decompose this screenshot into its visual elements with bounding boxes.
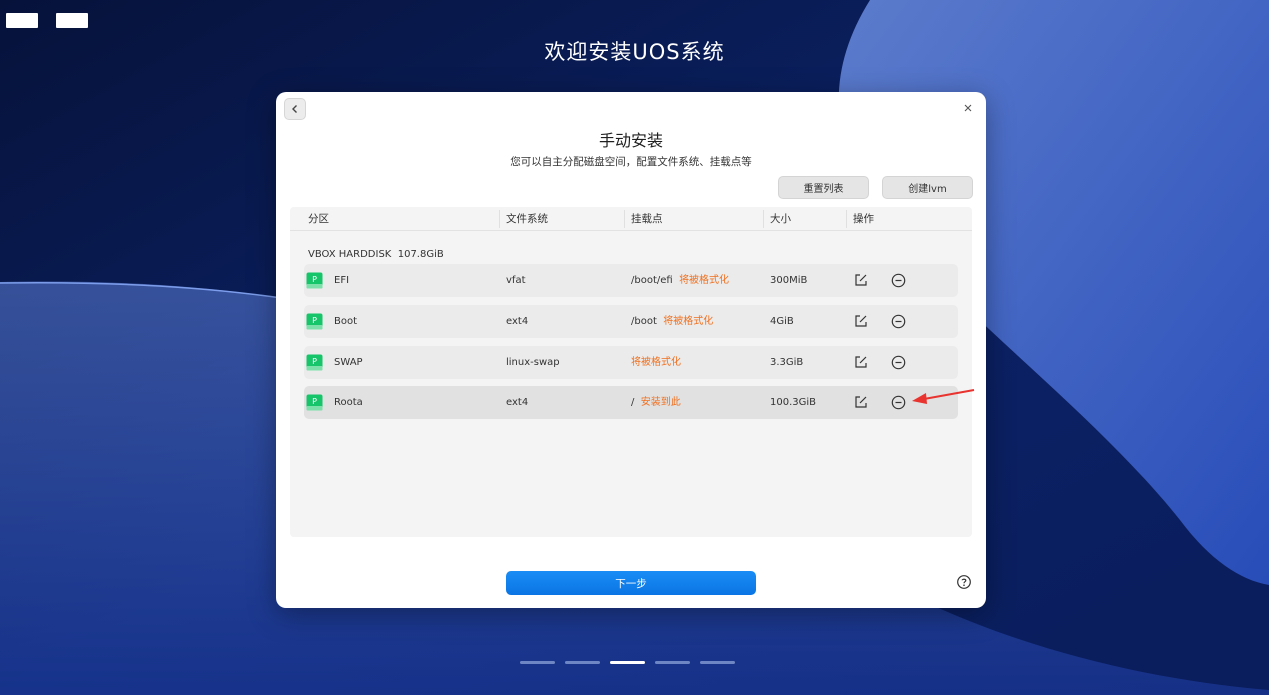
- table-row[interactable]: P Roota ext4 / 安装到此 100.3GiB: [304, 386, 958, 419]
- partition-icon: P: [306, 272, 323, 289]
- manual-install-dialog: 手动安装 您可以自主分配磁盘空间，配置文件系统、挂载点等 重置列表 创建lvm …: [276, 92, 986, 608]
- reset-list-button[interactable]: 重置列表: [778, 176, 869, 199]
- partition-icon-letter: P: [312, 275, 317, 284]
- row-name: SWAP: [334, 357, 363, 368]
- progress-step: [700, 661, 735, 664]
- header-size: 大小: [770, 213, 791, 225]
- row-status: 将被格式化: [679, 275, 730, 286]
- edit-icon[interactable]: [854, 314, 868, 328]
- logo-block-right: [56, 13, 88, 28]
- table-row[interactable]: P EFI vfat/boot/efi 将被格式化 300MiB: [304, 264, 958, 297]
- header-partition: 分区: [308, 213, 329, 225]
- row-mountpoint: /: [631, 397, 635, 408]
- partition-icon: P: [306, 313, 323, 330]
- close-icon: [964, 104, 972, 112]
- progress-step: [610, 661, 645, 664]
- table-row[interactable]: P Boot ext4/boot 将被格式化 4GiB: [304, 305, 958, 338]
- partition-icon: P: [306, 394, 323, 411]
- header-actions: 操作: [853, 213, 874, 225]
- logo-block-left: [6, 13, 38, 28]
- row-name: EFI: [334, 275, 350, 286]
- row-mount: /boot/efi 将被格式化: [631, 264, 729, 297]
- row-filesystem: vfat: [506, 275, 526, 286]
- dialog-title: 手动安装: [598, 131, 663, 150]
- progress-step: [565, 661, 600, 664]
- table-header: 分区 文件系统 挂载点 大小 操作: [290, 207, 972, 231]
- partition-icon-letter: P: [312, 397, 317, 406]
- edit-icon[interactable]: [854, 273, 868, 287]
- row-mountpoint: /boot/efi: [631, 275, 673, 286]
- partition-icon: P: [306, 354, 323, 371]
- row-mount: / 安装到此: [631, 386, 681, 419]
- partition-table: 分区 文件系统 挂载点 大小 操作 VBOX HARDDISK 107.8GiB…: [290, 207, 972, 537]
- row-status: 将被格式化: [631, 357, 681, 368]
- table-row[interactable]: P SWAP linux-swap 将被格式化 3.3GiB: [304, 346, 958, 379]
- row-status: 将被格式化: [663, 316, 714, 327]
- chevron-left-icon: [292, 105, 297, 113]
- header-filesystem: 文件系统: [506, 213, 548, 225]
- header-divider: [846, 210, 847, 228]
- row-filesystem: ext4: [506, 397, 529, 408]
- row-filesystem: linux-swap: [506, 357, 560, 368]
- create-lvm-button[interactable]: 创建lvm: [882, 176, 973, 199]
- row-name: Roota: [334, 397, 363, 408]
- edit-icon[interactable]: [854, 355, 868, 369]
- delete-partition-icon[interactable]: [891, 314, 906, 329]
- row-size: 300MiB: [770, 275, 808, 286]
- delete-partition-icon[interactable]: [891, 273, 906, 288]
- row-size: 3.3GiB: [770, 357, 804, 368]
- row-name: Boot: [334, 316, 358, 327]
- disk-label: VBOX HARDDISK 107.8GiB: [308, 249, 444, 260]
- row-mountpoint: /boot: [631, 316, 657, 327]
- dialog-subtitle: 您可以自主分配磁盘空间，配置文件系统、挂载点等: [510, 156, 752, 168]
- row-size: 4GiB: [770, 316, 794, 327]
- close-button[interactable]: [960, 100, 976, 116]
- help-icon[interactable]: [956, 574, 972, 590]
- disk-size: 107.8GiB: [397, 249, 444, 260]
- header-divider: [624, 210, 625, 228]
- progress-step: [655, 661, 690, 664]
- back-button[interactable]: [284, 98, 306, 120]
- edit-icon[interactable]: [854, 395, 868, 409]
- row-size: 100.3GiB: [770, 397, 817, 408]
- delete-partition-icon[interactable]: [891, 395, 906, 410]
- disk-name: VBOX HARDDISK: [308, 249, 392, 260]
- row-mount: 将被格式化: [631, 346, 681, 379]
- page-title: 欢迎安装UOS系统: [544, 40, 725, 64]
- header-divider: [763, 210, 764, 228]
- row-filesystem: ext4: [506, 316, 529, 327]
- header-mountpoint: 挂载点: [631, 213, 663, 225]
- header-divider: [499, 210, 500, 228]
- row-mount: /boot 将被格式化: [631, 305, 713, 338]
- progress-step: [520, 661, 555, 664]
- delete-partition-icon[interactable]: [891, 355, 906, 370]
- partition-icon-letter: P: [312, 316, 317, 325]
- row-status: 安装到此: [640, 397, 681, 408]
- next-step-button[interactable]: 下一步: [506, 571, 756, 595]
- partition-icon-letter: P: [312, 357, 317, 366]
